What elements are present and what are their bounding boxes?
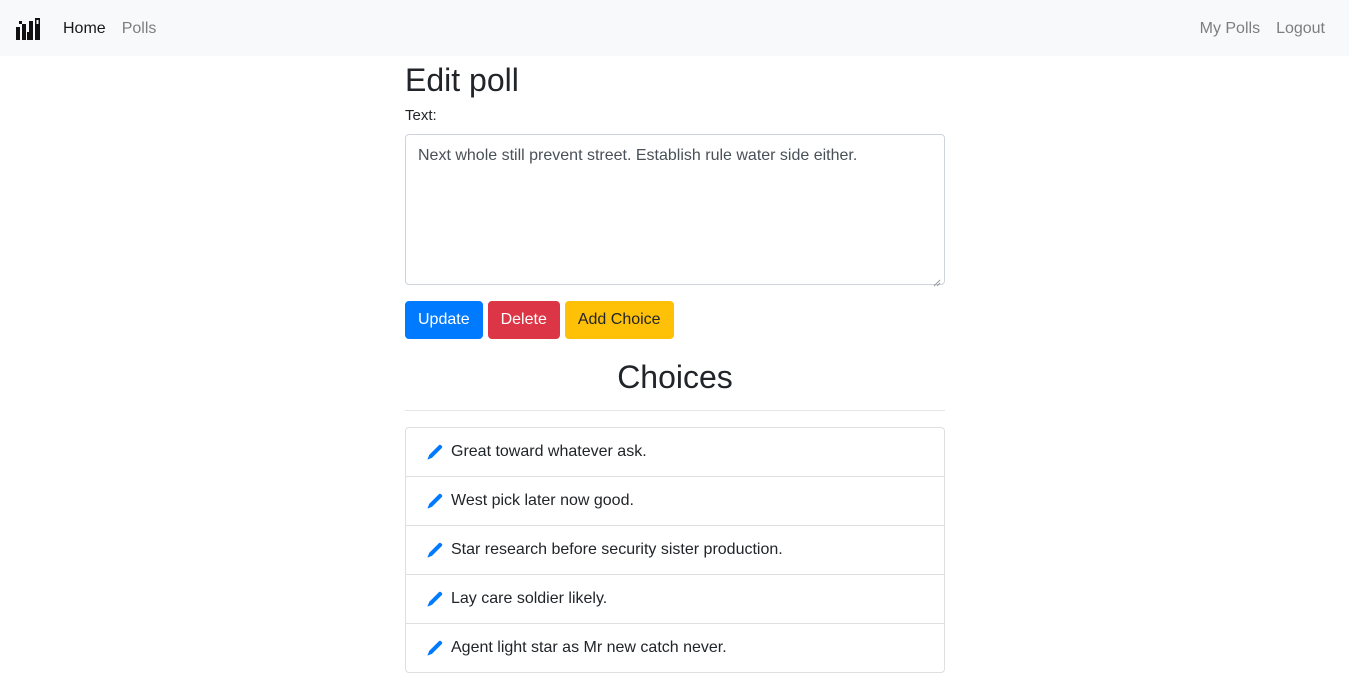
nav-link-logout[interactable]: Logout (1276, 19, 1325, 39)
nav-link-my-polls[interactable]: My Polls (1200, 19, 1260, 39)
pencil-icon[interactable] (426, 444, 443, 461)
choices-list: Great toward whatever ask. West pick lat… (405, 427, 945, 673)
nav-right-links: My Polls Logout (1184, 19, 1325, 39)
choice-item: Agent light star as Mr new catch never. (406, 624, 944, 672)
choice-item: West pick later now good. (406, 477, 944, 526)
choice-text: Agent light star as Mr new catch never. (451, 639, 727, 656)
nav-link-home[interactable]: Home (63, 19, 106, 39)
choices-heading: Choices (617, 359, 733, 395)
pencil-icon[interactable] (426, 591, 443, 608)
pencil-icon[interactable] (426, 493, 443, 510)
section-divider (405, 410, 945, 411)
update-button[interactable]: Update (405, 301, 483, 339)
choice-item: Great toward whatever ask. (406, 428, 944, 477)
top-navbar: Home Polls My Polls Logout (0, 0, 1349, 56)
resize-grip-icon[interactable] (933, 274, 941, 287)
pencil-icon[interactable] (426, 542, 443, 559)
choice-text: Great toward whatever ask. (451, 443, 647, 460)
delete-button[interactable]: Delete (487, 301, 560, 339)
poll-text-textarea[interactable]: Next whole still prevent street. Establi… (405, 134, 945, 285)
add-choice-button[interactable]: Add Choice (564, 301, 674, 339)
nav-left-links: Home Polls (63, 19, 172, 39)
choice-text: West pick later now good. (451, 492, 634, 509)
choice-item: Star research before security sister pro… (406, 526, 944, 575)
choice-text: Star research before security sister pro… (451, 541, 783, 558)
text-field-label: Text: (405, 107, 437, 124)
action-buttons: Update Delete Add Choice (405, 301, 679, 339)
nav-link-polls[interactable]: Polls (122, 19, 157, 39)
choice-text: Lay care soldier likely. (451, 590, 608, 607)
chart-bars-logo-icon[interactable] (16, 18, 40, 40)
choice-item: Lay care soldier likely. (406, 575, 944, 624)
pencil-icon[interactable] (426, 640, 443, 657)
page-title: Edit poll (405, 62, 519, 98)
